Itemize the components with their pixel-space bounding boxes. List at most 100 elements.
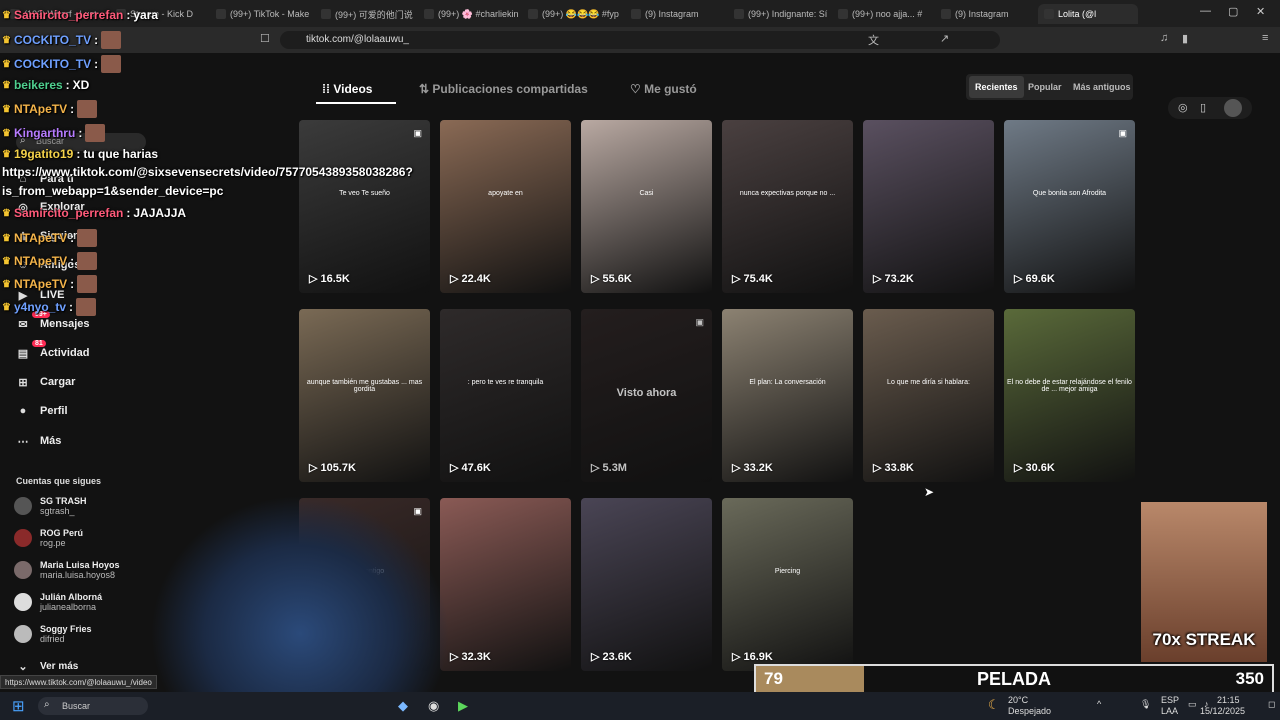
sort-oldest-button[interactable]: Más antiguos xyxy=(1067,76,1137,98)
windows-start-icon[interactable]: ⊞ xyxy=(12,697,25,715)
following-account[interactable]: Julián Alborná julianealborna xyxy=(14,592,102,612)
video-thumbnail[interactable]: Piercing ▷ 16.9K xyxy=(722,498,853,671)
video-caption: Te veo Te sueño xyxy=(339,190,390,197)
video-caption: Que bonita son Afrodita xyxy=(1032,190,1107,197)
chat-username: NTApeTV xyxy=(13,254,68,268)
video-thumbnail[interactable]: El plan: La conversación ▷ 33.2K xyxy=(722,309,853,482)
view-count: ▷ 5.3M xyxy=(591,462,627,474)
menu-icon[interactable]: ≡ xyxy=(1262,32,1268,44)
chat-message: ♛ Samircito_perrefan: yara xyxy=(2,8,159,22)
chat-message: ♛ COCKITO_TV: xyxy=(2,31,122,49)
video-thumbnail[interactable]: : pero te ves re tranquila ▷ 47.6K xyxy=(440,309,571,482)
chat-text: is_from_webapp=1&sender_device=pc xyxy=(2,184,224,198)
browser-tab[interactable]: (99+) TikTok - Make xyxy=(210,4,310,24)
maximize-icon[interactable]: ▢ xyxy=(1228,5,1238,18)
mic-icon[interactable]: 🎙 xyxy=(1140,699,1151,710)
sort-popular-button[interactable]: Popular xyxy=(1022,76,1068,98)
video-thumbnail[interactable]: ▷ 23.6K xyxy=(581,498,712,671)
sidebar-item-perfil[interactable]: ● Perfil xyxy=(16,404,68,418)
following-account[interactable]: ROG Perú rog.pe xyxy=(14,528,83,548)
avatar[interactable] xyxy=(1224,99,1242,117)
chat-text: XD xyxy=(72,78,90,92)
bookmark-icon[interactable]: ☐ xyxy=(260,32,270,45)
video-thumbnail[interactable]: Casi ▷ 55.6K xyxy=(581,120,712,293)
following-account[interactable]: Maria Luisa Hoyos maria.luisa.hoyos8 xyxy=(14,560,120,580)
sidebar-item-mas[interactable]: ⋯ Más xyxy=(16,434,62,448)
chat-text: JAJAJJA xyxy=(133,206,187,220)
video-thumbnail[interactable]: Te veo Te sueño ▣ ▷ 16.5K xyxy=(299,120,430,293)
crown-badge-icon: ♛ xyxy=(2,301,11,313)
sidebar-item-actividad[interactable]: ▤ 81 Actividad xyxy=(16,340,90,360)
obs-icon[interactable]: ◉ xyxy=(428,698,439,714)
tray-chevron-icon[interactable]: ^ xyxy=(1097,699,1101,709)
watched-label: Visto ahora xyxy=(616,387,677,399)
browser-tab[interactable]: (99+) 😂😂😂 #fyp xyxy=(522,4,622,24)
tab-favicon-icon xyxy=(734,9,744,19)
tab-favicon-icon xyxy=(838,9,848,19)
view-count: ▷ 30.6K xyxy=(1014,462,1055,474)
browser-tab[interactable]: (9) Instagram xyxy=(625,4,725,24)
chat-username: NTApeTV xyxy=(13,277,68,291)
tab-liked[interactable]: ♡ Me gustó xyxy=(630,82,697,96)
tab-videos[interactable]: ⁞⁞ Videos xyxy=(322,82,372,96)
profile-icon: ● xyxy=(19,405,27,417)
browser-tab[interactable]: (99+) Indignante: Sí xyxy=(728,4,828,24)
floating-toolbar: ◎ ▯ xyxy=(1168,97,1252,119)
play-icon: ▷ xyxy=(1014,273,1026,285)
notification-icon[interactable]: ◻ xyxy=(1268,699,1275,710)
score-right: 350 xyxy=(1235,669,1264,688)
browser-tab[interactable]: (99+) 🌸 #charliekin xyxy=(418,4,518,24)
chevron-down-icon: ⌄ xyxy=(18,660,28,673)
see-more-button[interactable]: ⌄ Ver más xyxy=(16,659,78,673)
browser-tab[interactable]: (9) Instagram xyxy=(935,4,1035,24)
sidebar-item-mensajes[interactable]: ✉ 99+ Mensajes xyxy=(16,311,90,331)
video-caption: El no debe de estar relajándose el fenil… xyxy=(1007,379,1132,393)
translate-icon[interactable]: 文 xyxy=(868,32,879,48)
music-icon[interactable]: ♫ xyxy=(1160,32,1168,44)
language-code[interactable]: ESP xyxy=(1161,695,1179,705)
sidebar-item-cargar[interactable]: ⊞ Cargar xyxy=(16,375,75,389)
tab-label: Lolita (@l xyxy=(1058,9,1097,19)
video-caption: El plan: La conversación xyxy=(749,379,826,386)
close-window-icon[interactable]: ✕ xyxy=(1256,5,1265,18)
video-thumbnail[interactable]: ▷ 32.3K xyxy=(440,498,571,671)
video-thumbnail[interactable]: aunque también me gustabas ... mas gordi… xyxy=(299,309,430,482)
video-thumbnail[interactable]: Que bonita son Afrodita ▣ ▷ 69.6K xyxy=(1004,120,1135,293)
video-thumbnail[interactable]: El no debe de estar relajándose el fenil… xyxy=(1004,309,1135,482)
view-count: ▷ 33.2K xyxy=(732,462,773,474)
settings-icon[interactable]: ◎ xyxy=(1178,101,1188,114)
chat-message: ♛ y4nyo_tv: xyxy=(2,298,96,316)
browser-tab[interactable]: Lolita (@l xyxy=(1038,4,1138,24)
view-count: ▷ 47.6K xyxy=(450,462,491,474)
view-count: ▷ 16.9K xyxy=(732,651,773,663)
browser-tab[interactable]: (99+) noo ajja... # xyxy=(832,4,932,24)
taskbar-search[interactable]: ⌕ Buscar xyxy=(38,697,148,715)
tab-favicon-icon xyxy=(528,9,538,19)
chat-message: ♛ beikeres: XD xyxy=(2,78,90,92)
sort-recent-button[interactable]: Recientes xyxy=(969,76,1024,98)
browser-tab[interactable]: (99+) 可爱的他门说 xyxy=(315,4,415,24)
url-field[interactable]: tiktok.com/@lolaauwu_ xyxy=(280,31,1000,49)
minimize-icon[interactable]: — xyxy=(1200,5,1211,17)
play-icon: ▷ xyxy=(732,462,744,474)
device-icon[interactable]: ▯ xyxy=(1200,101,1206,114)
video-thumbnail[interactable]: ▣ Visto ahora ▷ 5.3M xyxy=(581,309,712,482)
play-icon: ▷ xyxy=(873,273,885,285)
share-icon[interactable]: ↗ xyxy=(940,32,949,45)
crown-badge-icon: ♛ xyxy=(2,255,11,267)
steam-icon[interactable]: ◆ xyxy=(398,698,408,714)
tab-reposts[interactable]: ⇅ Publicaciones compartidas xyxy=(419,82,588,96)
tab-underline xyxy=(316,102,396,104)
video-thumbnail[interactable]: ▷ 73.2K xyxy=(863,120,994,293)
following-account[interactable]: SG TRASH sgtrash_ xyxy=(14,496,87,516)
video-thumbnail[interactable]: nunca expectivas porque no ... ▷ 75.4K xyxy=(722,120,853,293)
network-icon[interactable]: ▭ xyxy=(1188,699,1197,710)
clock-time[interactable]: 21:15 xyxy=(1217,695,1240,705)
clock-date[interactable]: 15/12/2025 xyxy=(1200,706,1245,716)
video-thumbnail[interactable]: Lo que me diría si hablara: ▷ 33.8K xyxy=(863,309,994,482)
following-account[interactable]: Soggy Fries difried xyxy=(14,624,92,644)
sidebar-icon[interactable]: ▮ xyxy=(1182,32,1188,45)
heart-outline-icon: ♡ xyxy=(630,82,645,96)
kick-icon[interactable]: ▶ xyxy=(458,698,468,714)
video-thumbnail[interactable]: apoyate en ▷ 22.4K xyxy=(440,120,571,293)
